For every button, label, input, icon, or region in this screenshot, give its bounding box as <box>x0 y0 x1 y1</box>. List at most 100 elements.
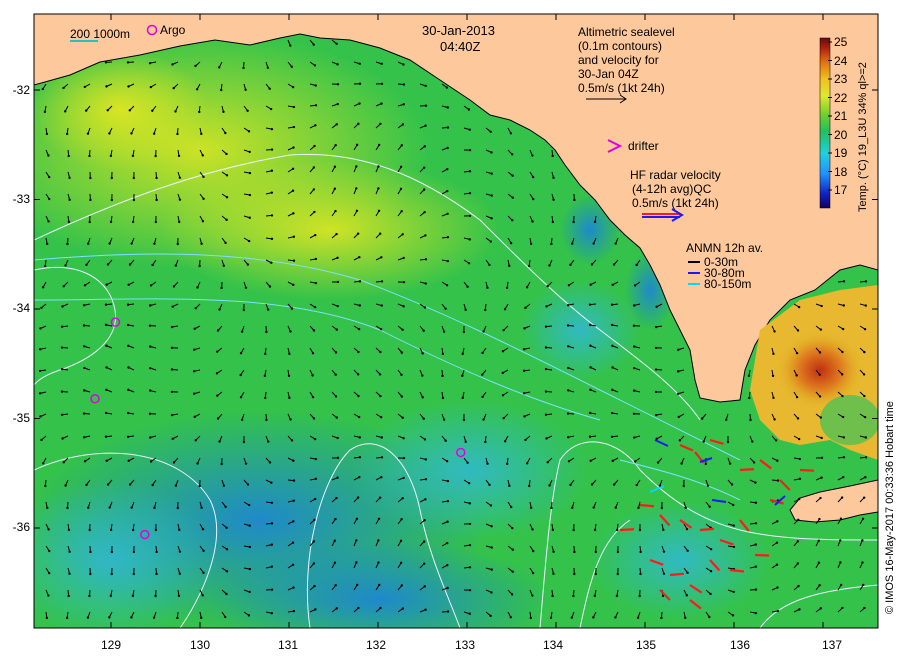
velocity-arrow-head <box>148 389 152 392</box>
velocity-arrow-head <box>482 330 485 333</box>
velocity-arrow-head <box>155 198 158 202</box>
velocity-arrow-head <box>380 436 384 439</box>
velocity-arrow-head <box>83 389 86 392</box>
velocity-arrow-head <box>151 483 154 487</box>
velocity-arrow-head <box>89 198 92 202</box>
velocity-arrow-head <box>798 608 801 611</box>
velocity-arrow-head <box>509 132 513 135</box>
velocity-arrow-head <box>47 528 50 531</box>
velocity-arrow-head <box>314 84 318 87</box>
velocity-arrow-head <box>677 415 680 419</box>
velocity-arrow-head <box>614 616 617 619</box>
velocity-arrow-head <box>193 327 196 330</box>
velocity-arrow-head <box>131 594 135 598</box>
velocity-arrow-head <box>148 436 152 439</box>
velocity-arrow-head <box>357 394 360 398</box>
x-tick-label: 136 <box>729 638 751 652</box>
velocity-arrow-head <box>154 594 157 598</box>
velocity-arrow-head <box>464 440 467 443</box>
velocity-arrow-head <box>509 241 513 245</box>
velocity-arrow-head <box>841 327 845 331</box>
velocity-arrow-head <box>336 280 340 284</box>
velocity-arrow-head <box>773 330 776 333</box>
velocity-arrow-head <box>292 499 296 502</box>
velocity-arrow-head <box>424 608 427 611</box>
velocity-arrow-head <box>220 286 223 290</box>
velocity-arrow-head <box>239 396 243 399</box>
velocity-arrow-head <box>170 390 174 394</box>
velocity-arrow-head <box>502 416 505 420</box>
velocity-arrow-head <box>313 437 317 441</box>
velocity-arrow-head <box>358 436 362 439</box>
velocity-arrow-head <box>108 132 111 135</box>
velocity-arrow-head <box>292 586 295 589</box>
velocity-arrow-head <box>464 308 467 311</box>
velocity-arrow-head <box>589 388 592 391</box>
velocity-arrow-head <box>839 561 842 564</box>
velocity-arrow-head <box>42 462 45 465</box>
velocity-arrow-head <box>544 346 548 349</box>
velocity-arrow-head <box>685 527 689 531</box>
velocity-arrow-head <box>572 220 575 224</box>
velocity-arrow-head <box>772 396 775 400</box>
velocity-arrow-head <box>594 572 597 576</box>
velocity-arrow-head <box>270 543 274 546</box>
velocity-arrow-head <box>796 562 800 565</box>
map-time: 04:40Z <box>440 39 481 54</box>
velocity-arrow-head <box>224 615 227 619</box>
velocity-arrow-head <box>47 175 51 179</box>
velocity-arrow-head <box>264 396 267 400</box>
hf-radar-arrow <box>799 468 815 472</box>
velocity-arrow-head <box>225 570 229 573</box>
velocity-arrow-head <box>422 562 426 565</box>
velocity-arrow-head <box>592 242 595 245</box>
velocity-arrow-head <box>194 64 197 68</box>
velocity-arrow-head <box>88 220 91 224</box>
velocity-arrow-head <box>531 220 534 223</box>
velocity-arrow-head <box>446 259 450 263</box>
velocity-arrow-head <box>509 616 513 619</box>
velocity-arrow-head <box>444 307 447 310</box>
velocity-arrow-head <box>60 367 64 371</box>
x-tick-label: 135 <box>635 638 657 652</box>
velocity-arrow-head <box>550 242 553 246</box>
velocity-arrow-head <box>292 146 295 149</box>
altimetry-legend-line-4: 30-Jan 04Z <box>578 67 639 81</box>
velocity-arrow-head <box>153 242 156 245</box>
velocity-arrow-head <box>424 234 427 237</box>
velocity-arrow-head <box>155 572 158 576</box>
velocity-arrow-head <box>654 325 658 329</box>
velocity-arrow-head <box>225 218 228 222</box>
velocity-arrow-head <box>291 541 295 544</box>
velocity-arrow-head <box>776 520 779 523</box>
velocity-arrow-head <box>682 484 685 488</box>
velocity-arrow-head <box>400 351 404 354</box>
velocity-arrow-head <box>615 528 619 532</box>
x-tick-label: 133 <box>454 638 476 652</box>
velocity-arrow-head <box>200 132 203 136</box>
velocity-arrow-head <box>334 209 337 213</box>
velocity-arrow-head <box>503 440 507 443</box>
velocity-arrow-head <box>446 499 450 503</box>
velocity-arrow-head <box>152 132 156 135</box>
y-tick-label: -36 <box>12 520 30 534</box>
velocity-arrow-head <box>819 416 823 419</box>
anmn-legend-depth-3: 80-150m <box>704 277 752 291</box>
velocity-arrow-head <box>842 280 846 283</box>
velocity-arrow-head <box>377 187 380 190</box>
velocity-arrow-head <box>511 526 514 530</box>
velocity-arrow-head <box>126 323 130 327</box>
velocity-arrow-head <box>589 366 592 369</box>
velocity-arrow-head <box>270 169 274 172</box>
velocity-arrow-head <box>266 308 270 311</box>
velocity-arrow-head <box>400 584 404 587</box>
velocity-arrow-head <box>377 561 380 564</box>
velocity-arrow-head <box>754 522 758 525</box>
colorbar-tick-label: 17 <box>834 183 848 197</box>
velocity-arrow-head <box>355 561 358 564</box>
velocity-arrow-head <box>399 539 403 543</box>
velocity-arrow-head <box>313 64 317 67</box>
velocity-arrow-head <box>109 220 113 224</box>
velocity-arrow-head <box>358 82 362 85</box>
velocity-arrow-head <box>289 330 292 333</box>
